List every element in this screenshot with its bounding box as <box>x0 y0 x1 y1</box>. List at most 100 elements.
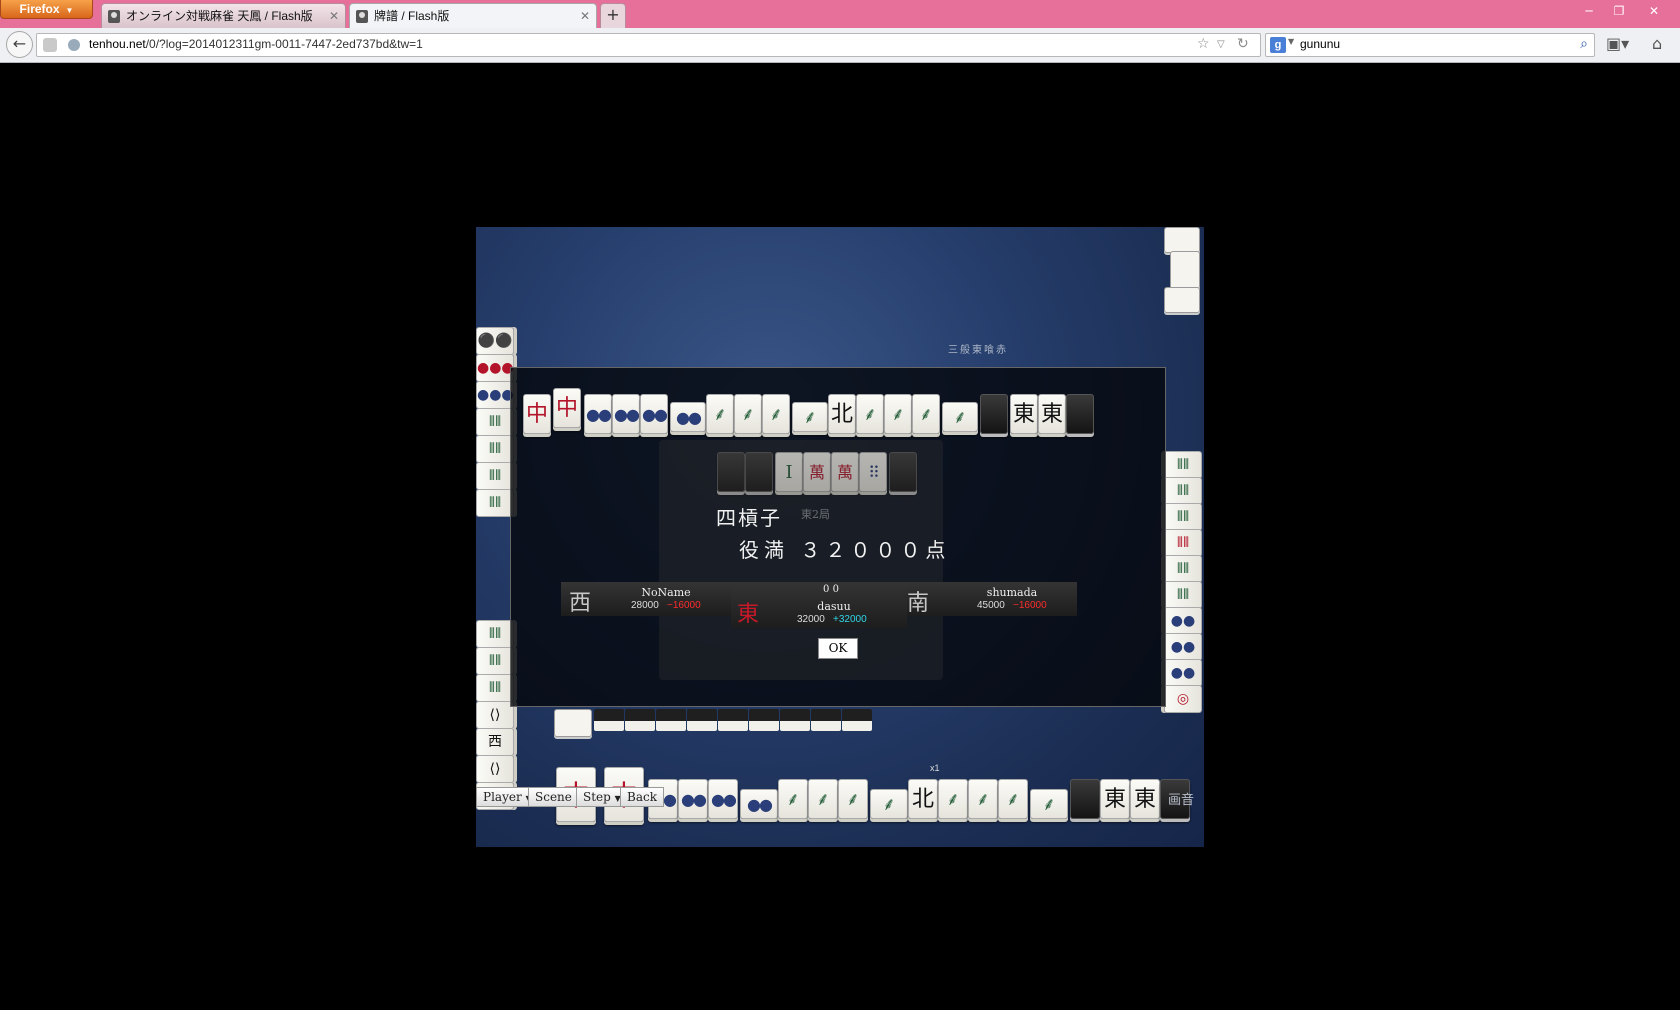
discard-tile: ⦀⦀ <box>1164 529 1202 557</box>
search-icon[interactable]: ⌕ <box>1580 36 1588 52</box>
discard-tile: ●● <box>1164 659 1202 687</box>
wall-tile <box>749 709 779 731</box>
discard-tile: ●●● <box>476 381 514 409</box>
discard-tile: ⟨⟩ <box>476 701 514 729</box>
meld-tile: ●● <box>670 402 706 432</box>
score-text: 役満 ３２０００点 <box>739 538 951 562</box>
discard-tile: ●●● <box>476 354 514 382</box>
chevron-down-icon[interactable]: ▼ <box>1288 37 1294 46</box>
discard-tile: ●● <box>1164 633 1202 661</box>
search-input[interactable]: gununu <box>1300 37 1340 51</box>
discard-tile: ⦀⦀ <box>476 620 514 648</box>
meld-tile: 東 <box>1130 779 1160 819</box>
close-icon[interactable]: ✕ <box>580 4 590 28</box>
url-path: /0/?log=2014012311gm-0011-7447-2ed737bd&… <box>145 37 423 51</box>
globe-icon <box>68 39 80 51</box>
seat-wind: 南 <box>907 591 930 616</box>
new-tab-button[interactable]: + <box>600 3 626 28</box>
meld-tile: ⸙ <box>856 394 884 434</box>
discard-tile: ⦀⦀ <box>476 674 514 702</box>
ok-button[interactable]: OK <box>818 638 858 659</box>
round-label: 東2局 <box>801 508 830 521</box>
meld-tile: ⸙ <box>778 779 808 819</box>
restore-icon[interactable]: ❐ <box>1605 2 1633 20</box>
discard-tile: ⦀⦀ <box>1164 555 1202 583</box>
player-bar-west: 西 NoName 28000 −16000 <box>561 582 731 616</box>
meld-tile: ●● <box>640 394 668 434</box>
player-points: 28000 <box>631 600 659 611</box>
firefox-menu-button[interactable]: Firefox ▼ <box>0 0 93 19</box>
meld-tile: ⸙ <box>838 779 868 819</box>
meld-tile-facedown <box>1070 779 1100 819</box>
history-dropdown-icon[interactable]: ▽ <box>1217 39 1225 50</box>
discard-tile: 西 <box>476 728 514 756</box>
player-name: dasuu <box>817 600 851 613</box>
meld-tile: ⸙ <box>734 394 762 434</box>
meld-tile: ⸙ <box>1030 789 1068 819</box>
mahjong-replay-board: 三般東喰赤 ⚫⚫ ●●● ●●● ⦀⦀ ⦀⦀ ⦀⦀ ⦀⦀ ⦀⦀ ⦀⦀ ⦀⦀ ⟨⟩… <box>476 227 1204 847</box>
close-icon[interactable]: ✕ <box>329 4 339 28</box>
discard-tile: ⦀⦀ <box>1164 477 1202 505</box>
point-change: −16000 <box>667 600 701 611</box>
site-identity-icon[interactable] <box>43 38 57 52</box>
counter-label: x1 <box>930 763 940 773</box>
discard-tile: ⟨⟩ <box>476 755 514 783</box>
meld-tile: ●● <box>740 789 778 819</box>
room-title: 三般東喰赤 <box>948 345 1008 356</box>
discard-tile: ⦀⦀ <box>476 489 514 517</box>
tab-tenhou-online[interactable]: オンライン対戦麻雀 天鳳 / Flash版 ✕ <box>101 3 346 28</box>
point-change: −16000 <box>1013 600 1047 611</box>
wall-tile <box>780 709 810 731</box>
meld-tile: ●● <box>678 779 708 819</box>
seat-wind: 西 <box>569 591 592 616</box>
player-name: shumada <box>986 586 1038 599</box>
meld-tile: ⸙ <box>762 394 790 434</box>
meld-tile-facedown <box>1066 394 1094 434</box>
hand-tile: 中 <box>523 394 551 434</box>
tab-title: オンライン対戦麻雀 天鳳 / Flash版 <box>126 9 313 23</box>
bookmark-star-icon[interactable]: ☆ <box>1197 36 1210 52</box>
display-sound-toggle[interactable]: 画音 <box>1168 789 1194 808</box>
discard-tile: ⚫⚫ <box>476 327 514 355</box>
wall-tile <box>625 709 655 731</box>
discard-tile: ⦀⦀ <box>1164 581 1202 609</box>
url-text[interactable]: tenhou.net/0/?log=2014012311gm-0011-7447… <box>89 37 423 51</box>
firefox-menu-label: Firefox <box>19 2 60 16</box>
discard-tile: ⦀⦀ <box>476 647 514 675</box>
wall-tile <box>656 709 686 731</box>
wall-tile <box>1164 287 1200 313</box>
meld-tile: 東 <box>1010 394 1038 434</box>
player-name: NoName <box>641 586 691 599</box>
meld-tile: ⸙ <box>938 779 968 819</box>
discard-tile: ⦀⦀ <box>476 435 514 463</box>
meld-tile: ⸙ <box>808 779 838 819</box>
chevron-down-icon: ▼ <box>65 6 74 15</box>
reload-icon[interactable]: ↻ <box>1237 36 1249 52</box>
hand-tile: 中 <box>553 388 581 428</box>
point-change: +32000 <box>833 614 867 625</box>
result-dialog: 中 中 ●● ●● ●● ●● ⸙ ⸙ ⸙ ⸙ 北 ⸙ ⸙ ⸙ ⸙ 東 東 Ⅰ … <box>510 367 1166 707</box>
tab-favicon-icon <box>356 10 368 23</box>
meld-tile: ●● <box>584 394 612 434</box>
meld-tile: ●● <box>612 394 640 434</box>
window-close-icon[interactable]: ✕ <box>1640 2 1668 20</box>
tab-haifu[interactable]: 牌譜 / Flash版 ✕ <box>349 3 597 28</box>
back-button[interactable]: Back <box>620 787 664 807</box>
meld-tile: ⸙ <box>706 394 734 434</box>
back-arrow-icon[interactable]: ← <box>6 31 33 58</box>
tab-title: 牌譜 / Flash版 <box>374 9 450 23</box>
address-bar[interactable]: tenhou.net/0/?log=2014012311gm-0011-7447… <box>36 33 1261 57</box>
search-engine-icon[interactable]: g <box>1270 37 1286 53</box>
discard-tile: ◎ <box>1164 685 1202 713</box>
navigation-bar: ← tenhou.net/0/?log=2014012311gm-0011-74… <box>0 28 1680 63</box>
meld-tile-facedown <box>980 394 1008 434</box>
meld-tile: ●● <box>708 779 738 819</box>
wall-tile <box>594 709 624 731</box>
minimize-icon[interactable]: ─ <box>1575 2 1603 20</box>
wall-tile <box>687 709 717 731</box>
wall-tile <box>718 709 748 731</box>
bookmarks-menu-icon[interactable]: ▣▾ <box>1606 34 1629 53</box>
home-icon[interactable]: ⌂ <box>1652 34 1662 53</box>
search-bar[interactable]: g ▼ gununu ⌕ <box>1265 33 1595 57</box>
meld-tile: ⸙ <box>912 394 940 434</box>
